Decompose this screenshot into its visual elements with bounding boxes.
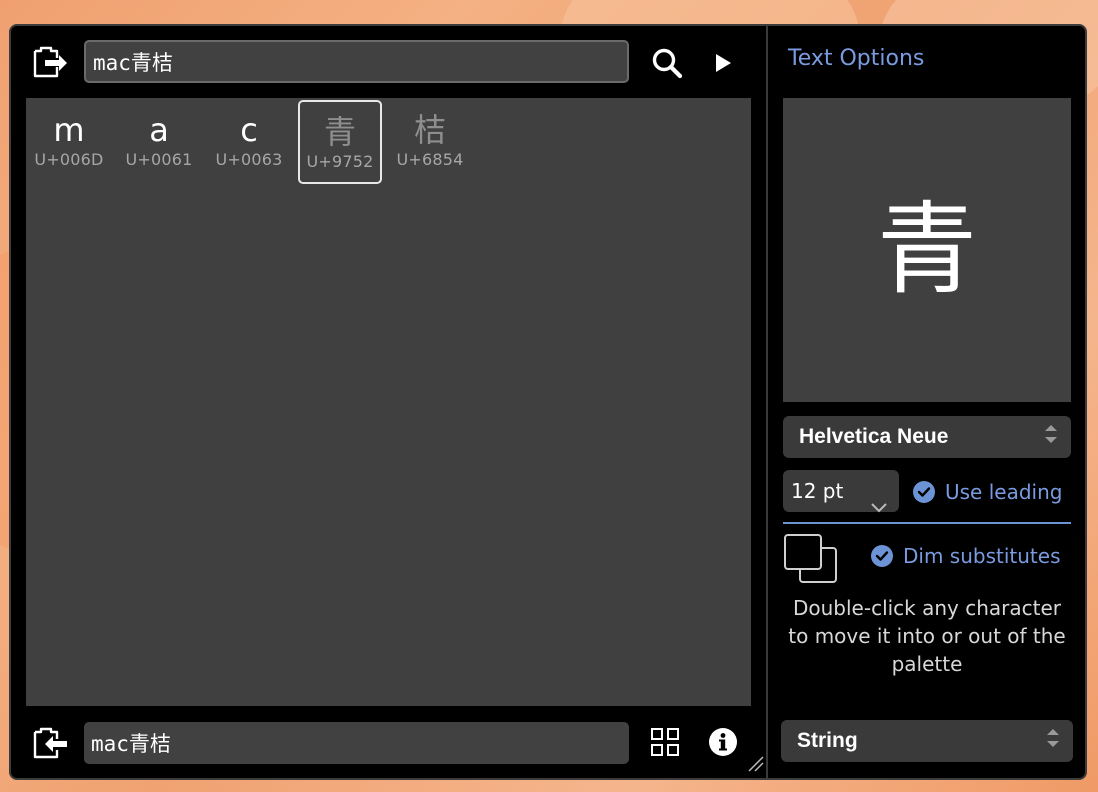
glyph-codepoint: U+0063	[215, 150, 283, 169]
glyph-codepoint: U+6854	[396, 150, 464, 169]
options-separator	[783, 522, 1071, 524]
character-palette[interactable]: m U+006D a U+0061 c U+0063 青 U+9752 桔 U+…	[26, 98, 751, 706]
glyph-preview: 青	[783, 98, 1071, 402]
font-size-value: 12 pt	[791, 479, 844, 503]
overlapping-squares-icon	[783, 533, 839, 589]
glyph-codepoint: U+9752	[306, 152, 374, 171]
character-pane: mac青桔 m U+006D a U+0061 c U+0063 青 U+975…	[11, 26, 766, 778]
glyph-char: 青	[323, 113, 356, 151]
hint-text: Double-click any character to move it in…	[788, 596, 1066, 676]
resize-grip-icon[interactable]	[746, 754, 764, 776]
text-options-pane: Text Options 青 Helvetica Neue 12 pt Use …	[768, 26, 1085, 778]
preview-char: 青	[877, 191, 977, 308]
text-options-title: Text Options	[788, 46, 925, 71]
string-output[interactable]: mac青桔	[84, 722, 629, 764]
glyph-codepoint: U+0061	[125, 150, 193, 169]
glyph-codepoint: U+006D	[34, 150, 104, 169]
info-icon[interactable]	[707, 726, 739, 758]
dim-substitutes-checkbox[interactable]: Dim substitutes	[871, 544, 1061, 568]
grid-view-icon[interactable]	[649, 726, 681, 758]
use-leading-checkbox[interactable]: Use leading	[913, 480, 1062, 504]
checkmark-icon	[871, 545, 893, 567]
updown-chevron-icon	[1045, 727, 1061, 755]
string-input[interactable]: mac青桔	[84, 40, 629, 83]
glyph-char: m	[53, 111, 85, 149]
unicode-palette-window: mac青桔 m U+006D a U+0061 c U+0063 青 U+975…	[9, 24, 1087, 780]
glyph-cell-m[interactable]: m U+006D	[27, 100, 111, 184]
updown-chevron-icon	[1043, 423, 1059, 451]
clipboard-import-icon[interactable]	[29, 723, 69, 763]
checkmark-icon	[913, 481, 935, 503]
glyph-cell-a[interactable]: a U+0061	[117, 100, 201, 184]
glyph-char: 桔	[413, 111, 446, 149]
use-leading-label: Use leading	[945, 480, 1063, 504]
glyph-cell-selected[interactable]: 青 U+9752	[298, 100, 382, 184]
glyph-cell-c[interactable]: c U+0063	[207, 100, 291, 184]
font-name: Helvetica Neue	[799, 425, 949, 448]
font-popup[interactable]: Helvetica Neue	[783, 416, 1071, 458]
mode-value: String	[797, 729, 858, 752]
glyph-char: a	[149, 111, 169, 149]
glyph-cell[interactable]: 桔 U+6854	[388, 100, 472, 184]
search-icon[interactable]	[647, 43, 687, 83]
font-size-combobox[interactable]: 12 pt	[783, 470, 899, 513]
glyph-char: c	[240, 111, 258, 149]
dim-substitutes-label: Dim substitutes	[903, 544, 1061, 568]
clipboard-export-icon[interactable]	[29, 42, 69, 82]
mode-popup[interactable]: String	[781, 720, 1073, 762]
chevron-down-icon[interactable]	[871, 494, 887, 518]
play-icon[interactable]	[709, 48, 737, 78]
